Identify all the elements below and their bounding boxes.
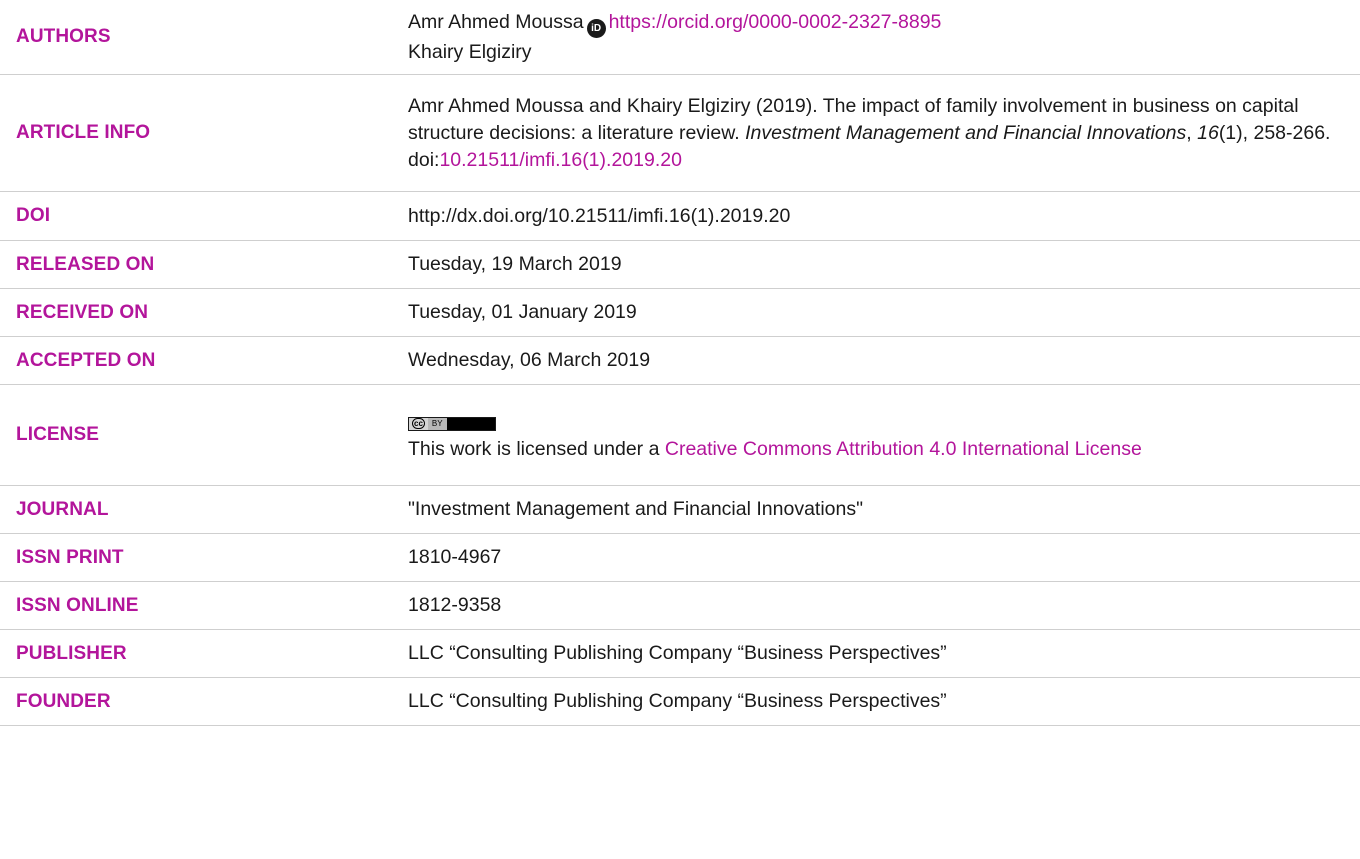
doi-prefix: doi: (408, 148, 440, 171)
issn-online-label: ISSN ONLINE (16, 594, 139, 616)
row-license: LICENSE cc BY This work is licensed unde… (0, 385, 1360, 486)
license-link[interactable]: Creative Commons Attribution 4.0 Interna… (665, 438, 1142, 460)
citation-issue-pages: (1), 258-266. (1218, 121, 1331, 144)
cc-by-badge[interactable]: cc BY (408, 416, 496, 431)
cc-badge-text: cc (412, 418, 425, 429)
author-name: Amr Ahmed Moussa (408, 10, 584, 33)
row-authors: AUTHORS Amr Ahmed Moussa iD https://orcid.… (0, 0, 1360, 75)
accepted-on-label: ACCEPTED ON (16, 349, 156, 371)
issn-print-label: ISSN PRINT (16, 546, 124, 568)
article-info-value: Amr Ahmed Moussa and Khairy Elgiziry (20… (408, 94, 1331, 171)
row-publisher: PUBLISHER LLC “Consulting Publishing Com… (0, 630, 1360, 678)
journal-value: "Investment Management and Financial Inn… (408, 498, 864, 520)
row-article-info: ARTICLE INFO Amr Ahmed Moussa and Khairy… (0, 75, 1360, 192)
author-name: Khairy Elgiziry (408, 40, 532, 63)
row-founder: FOUNDER LLC “Consulting Publishing Compa… (0, 678, 1360, 726)
citation-volume: 16 (1197, 121, 1219, 144)
released-on-label: RELEASED ON (16, 253, 155, 275)
orcid-icon[interactable]: iD (586, 18, 606, 38)
authors-label: AUTHORS (16, 26, 111, 47)
authors-value: Amr Ahmed Moussa iD https://orcid.org/0000… (408, 8, 1360, 67)
founder-value: LLC “Consulting Publishing Company “Busi… (408, 690, 947, 712)
row-released-on: RELEASED ON Tuesday, 19 March 2019 (0, 241, 1360, 289)
publisher-value: LLC “Consulting Publishing Company “Busi… (408, 642, 947, 664)
citation-doi-link[interactable]: 10.21511/imfi.16(1).2019.20 (439, 149, 681, 171)
issn-print-value: 1810-4967 (408, 546, 502, 568)
released-on-value: Tuesday, 19 March 2019 (408, 253, 622, 275)
doi-label: DOI (16, 205, 51, 226)
received-on-label: RECEIVED ON (16, 301, 149, 323)
publisher-label: PUBLISHER (16, 642, 127, 664)
citation-journal: Investment Management and Financial Inno… (745, 121, 1187, 144)
journal-label: JOURNAL (16, 498, 109, 520)
license-value: cc BY This work is licensed under a Crea… (408, 406, 1360, 464)
by-badge-text: BY (427, 417, 447, 430)
orcid-link[interactable]: https://orcid.org/0000-0002-2327-8895 (609, 11, 942, 33)
article-metadata-table: AUTHORS Amr Ahmed Moussa iD https://orcid.… (0, 0, 1360, 726)
founder-label: FOUNDER (16, 690, 111, 712)
row-received-on: RECEIVED ON Tuesday, 01 January 2019 (0, 289, 1360, 337)
row-journal: JOURNAL "Investment Management and Finan… (0, 486, 1360, 534)
received-on-value: Tuesday, 01 January 2019 (408, 301, 637, 323)
article-info-label: ARTICLE INFO (16, 122, 151, 143)
row-issn-online: ISSN ONLINE 1812-9358 (0, 582, 1360, 630)
row-doi: DOI http://dx.doi.org/10.21511/imfi.16(1… (0, 192, 1360, 241)
row-issn-print: ISSN PRINT 1810-4967 (0, 534, 1360, 582)
license-text: This work is licensed under a (408, 438, 665, 460)
doi-value: http://dx.doi.org/10.21511/imfi.16(1).20… (408, 204, 791, 227)
row-accepted-on: ACCEPTED ON Wednesday, 06 March 2019 (0, 337, 1360, 385)
accepted-on-value: Wednesday, 06 March 2019 (408, 349, 651, 371)
license-label: LICENSE (16, 424, 100, 445)
issn-online-value: 1812-9358 (408, 594, 502, 616)
